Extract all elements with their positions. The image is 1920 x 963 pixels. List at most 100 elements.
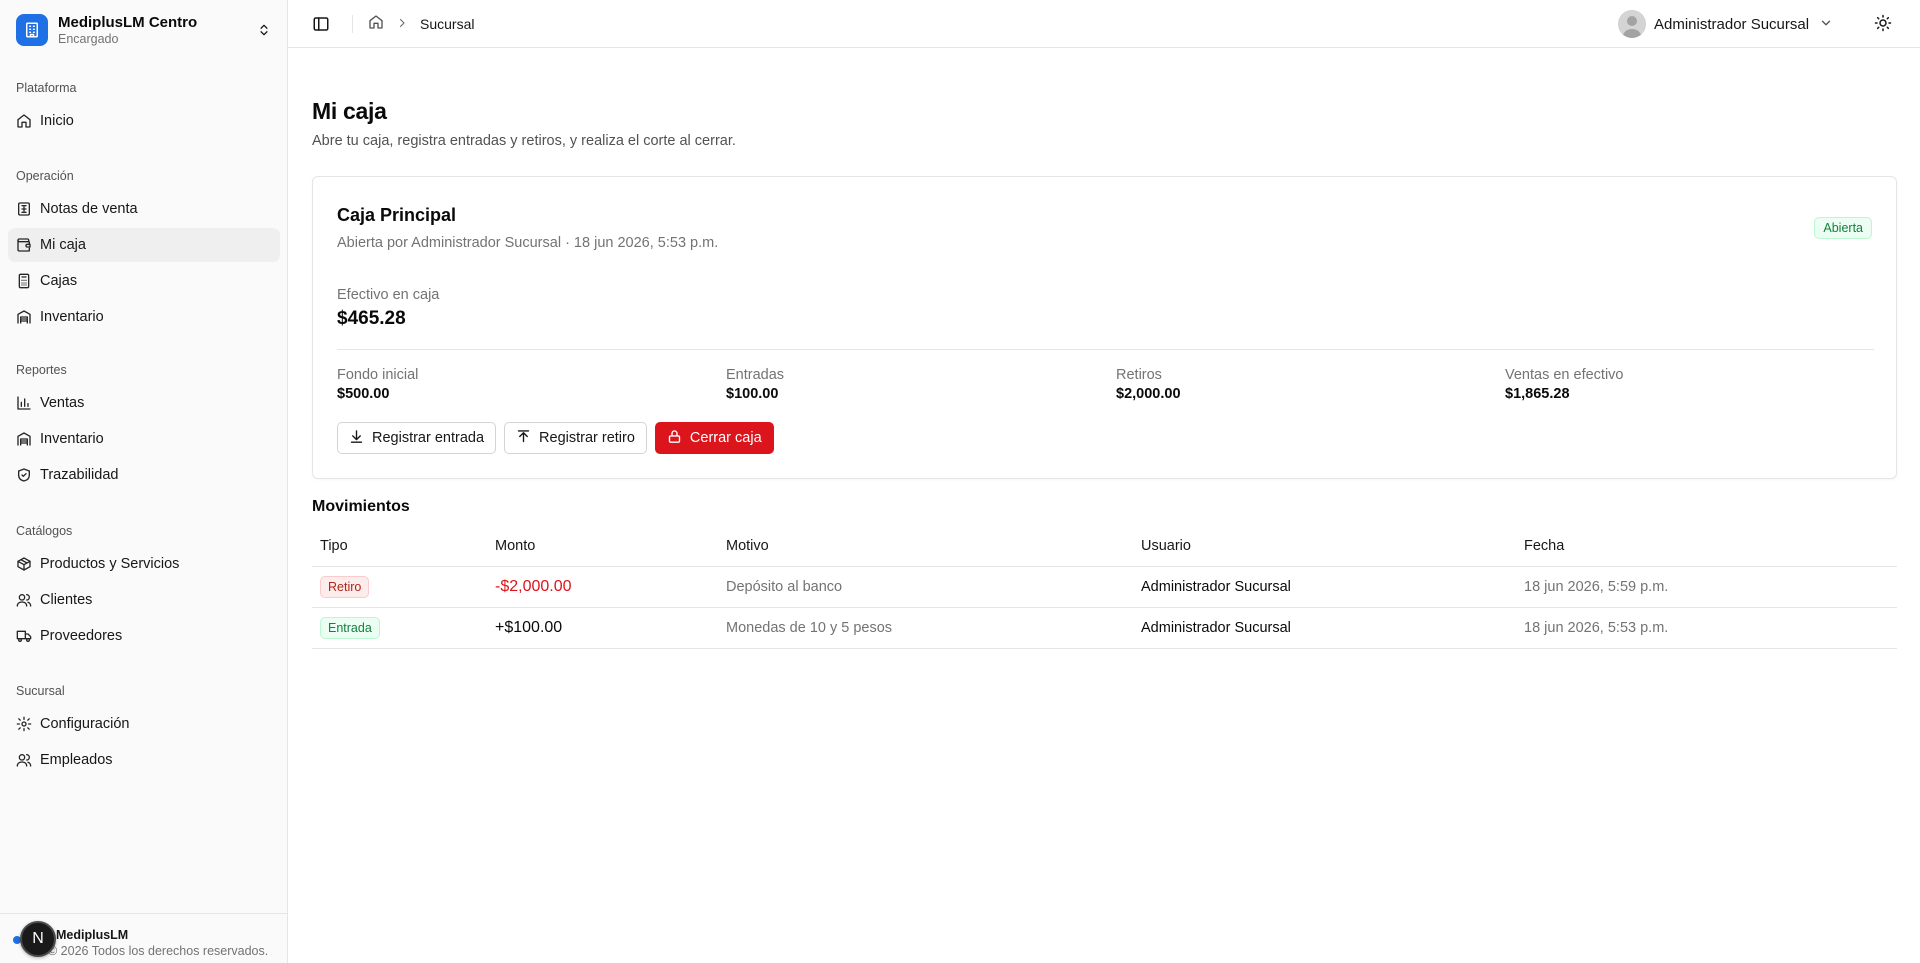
sidebar-item-label: Cajas	[40, 273, 78, 289]
branch-role: Encargado	[58, 31, 119, 46]
table-header: Tipo Monto Motivo Usuario Fecha	[312, 526, 1897, 567]
status-badge: Abierta	[1814, 217, 1872, 239]
user-menu-button[interactable]: Administrador Sucursal	[1618, 10, 1833, 38]
sidebar-item-label: Ventas	[40, 395, 85, 411]
sidebar-item-mi-caja[interactable]: Mi caja	[8, 228, 280, 262]
stat-label: Entradas	[726, 367, 785, 383]
warehouse-icon	[16, 431, 32, 447]
movements-title: Movimientos	[312, 498, 410, 515]
sidebar-item-inventario-reporte[interactable]: Inventario	[8, 422, 280, 456]
top-header: Sucursal Administrador Sucursal	[288, 0, 1920, 48]
sidebar-item-label: Proveedores	[40, 628, 123, 644]
nav-group-sucursal: Sucursal Configuración Empleados	[8, 675, 280, 779]
nav-group-operacion: Operación Notas de venta Mi caja Cajas I…	[8, 160, 280, 336]
sidebar-item-inicio[interactable]: Inicio	[8, 104, 280, 138]
sidebar-item-configuracion[interactable]: Configuración	[8, 707, 280, 741]
cell-type: Retiro	[312, 576, 495, 598]
table-row[interactable]: Entrada +$100.00 Monedas de 10 y 5 pesos…	[312, 608, 1897, 649]
stat-value: $100.00	[726, 386, 779, 402]
sidebar-item-label: Clientes	[40, 592, 93, 608]
header-separator	[352, 15, 353, 33]
nav-group-reportes: Reportes Ventas Inventario Trazabilidad	[8, 354, 280, 494]
cell-user: Administrador Sucursal	[1141, 579, 1291, 595]
upload-icon	[516, 429, 531, 448]
divider	[337, 349, 1874, 350]
type-badge: Entrada	[320, 617, 380, 639]
sidebar-item-trazabilidad[interactable]: Trazabilidad	[8, 458, 280, 492]
stat-entradas: Entradas $100.00	[726, 367, 784, 402]
sidebar-item-label: Trazabilidad	[40, 467, 119, 483]
calculator-icon	[16, 273, 32, 289]
sidebar-item-empleados[interactable]: Empleados	[8, 743, 280, 777]
register-card: Caja Principal Abierta por Administrador…	[312, 176, 1897, 479]
home-icon[interactable]	[368, 14, 384, 33]
download-icon	[349, 429, 364, 448]
nav-group-plataforma: Plataforma Inicio	[8, 72, 280, 140]
page-subtitle: Abre tu caja, registra entradas y retiro…	[312, 133, 736, 149]
type-badge: Retiro	[320, 576, 370, 598]
column-header-monto: Monto	[495, 538, 536, 554]
register-withdraw-button[interactable]: Registrar retiro	[504, 422, 647, 454]
sidebar-item-label: Empleados	[40, 752, 113, 768]
cash-label: Efectivo en caja	[337, 287, 440, 303]
button-label: Registrar entrada	[372, 430, 485, 446]
breadcrumb: Sucursal	[368, 14, 474, 33]
sidebar-item-clientes[interactable]: Clientes	[8, 583, 280, 617]
stat-label: Ventas en efectivo	[1505, 367, 1624, 383]
sidebar-item-label: Configuración	[40, 716, 130, 732]
nav-group-label: Reportes	[16, 363, 67, 377]
sun-icon[interactable]	[1874, 14, 1894, 34]
button-label: Registrar retiro	[539, 430, 635, 446]
nav-group-label: Catálogos	[16, 524, 73, 538]
nav-group-label: Operación	[16, 169, 74, 183]
truck-icon	[16, 628, 32, 644]
breadcrumb-current: Sucursal	[420, 15, 475, 32]
cell-date: 18 jun 2026, 5:59 p.m.	[1524, 579, 1669, 595]
cell-user: Administrador Sucursal	[1141, 620, 1291, 636]
stat-value: $1,865.28	[1505, 386, 1570, 402]
dev-tools-button[interactable]: N	[20, 921, 56, 957]
package-icon	[16, 556, 32, 572]
warehouse-icon	[16, 309, 32, 325]
stat-label: Retiros	[1116, 367, 1162, 383]
gear-icon	[16, 716, 32, 732]
sidebar-footer: MediplusLM © 2026 Todos los derechos res…	[0, 913, 287, 963]
column-header-fecha: Fecha	[1524, 538, 1565, 554]
sidebar-item-label: Inventario	[40, 431, 104, 447]
sidebar-item-label: Inventario	[40, 309, 104, 325]
sidebar-item-ventas[interactable]: Ventas	[8, 386, 280, 420]
table-row[interactable]: Retiro -$2,000.00 Depósito al banco Admi…	[312, 567, 1897, 608]
user-name: Administrador Sucursal	[1654, 15, 1810, 33]
register-actions: Registrar entrada Registrar retiro Cerra…	[337, 422, 774, 454]
movements-table: Tipo Monto Motivo Usuario Fecha Retiro -…	[312, 526, 1897, 649]
footer-app-name: MediplusLM	[56, 928, 129, 942]
receipt-icon	[16, 201, 32, 217]
close-register-button[interactable]: Cerrar caja	[654, 422, 774, 454]
chevron-down-icon	[1819, 16, 1833, 33]
wallet-icon	[16, 237, 32, 253]
sidebar-item-productos[interactable]: Productos y Servicios	[8, 547, 280, 581]
column-header-usuario: Usuario	[1141, 538, 1191, 554]
sidebar-item-proveedores[interactable]: Proveedores	[8, 619, 280, 653]
cell-type: Entrada	[312, 617, 495, 639]
cell-date: 18 jun 2026, 5:53 p.m.	[1524, 620, 1669, 636]
sidebar: MediplusLM Centro Encargado Plataforma I…	[0, 0, 288, 963]
nav-group-label: Plataforma	[16, 81, 77, 95]
nav-group-catalogos: Catálogos Productos y Servicios Clientes…	[8, 515, 280, 655]
branch-switcher[interactable]: MediplusLM Centro Encargado	[8, 8, 280, 52]
stat-value: $2,000.00	[1116, 386, 1181, 402]
nav-group-label: Sucursal	[16, 684, 65, 698]
sidebar-item-inventario[interactable]: Inventario	[8, 300, 280, 334]
cell-reason: Monedas de 10 y 5 pesos	[726, 620, 893, 636]
chevron-right-icon	[396, 16, 408, 32]
sidebar-item-notas-de-venta[interactable]: Notas de venta	[8, 192, 280, 226]
register-entry-button[interactable]: Registrar entrada	[337, 422, 497, 454]
stat-retiros: Retiros $2,000.00	[1116, 367, 1181, 402]
sidebar-toggle-icon[interactable]	[312, 15, 330, 33]
page-title: Mi caja	[312, 98, 387, 124]
sidebar-item-cajas[interactable]: Cajas	[8, 264, 280, 298]
register-title: Caja Principal	[337, 205, 457, 225]
cell-reason: Depósito al banco	[726, 579, 843, 595]
shield-check-icon	[16, 467, 32, 483]
stat-label: Fondo inicial	[337, 367, 419, 383]
